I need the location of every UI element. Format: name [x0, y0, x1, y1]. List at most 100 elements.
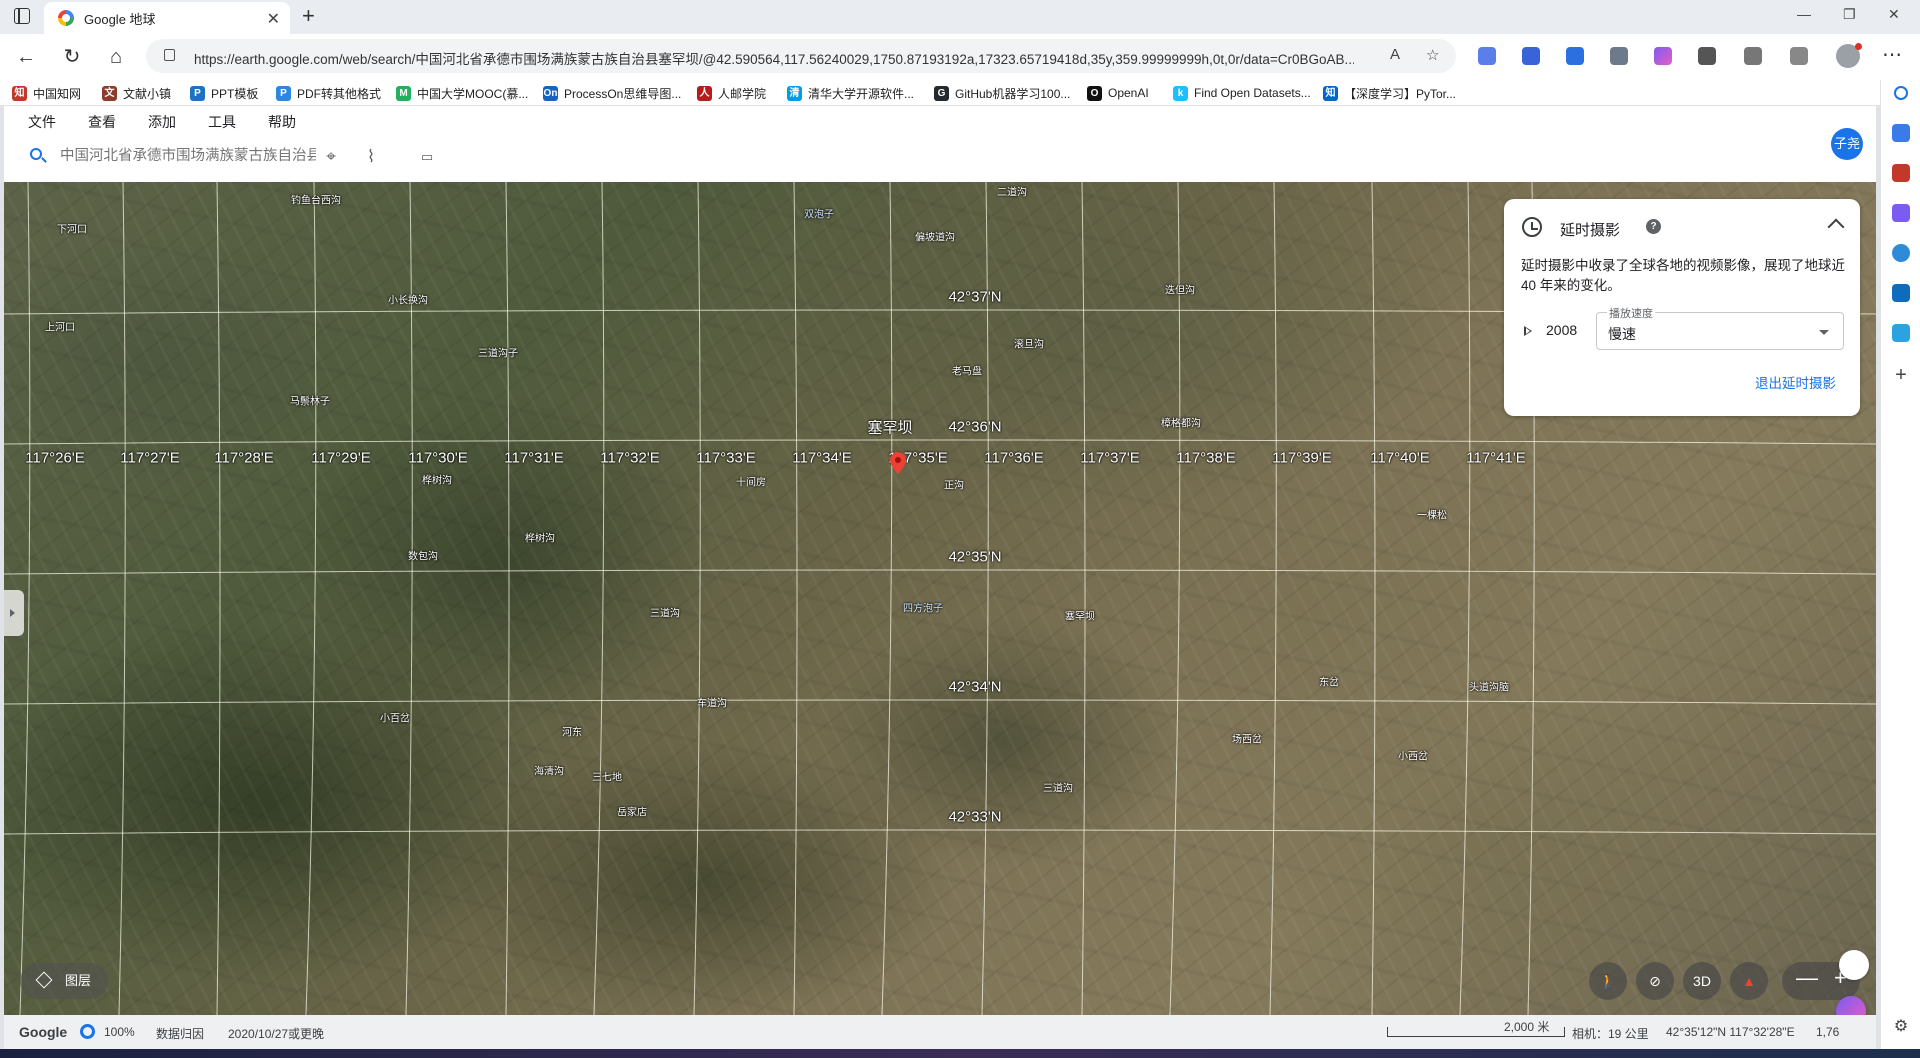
bookmark-item[interactable]: P PPT模板 — [190, 84, 258, 102]
home-icon[interactable]: ⌂ — [102, 43, 130, 71]
close-window-icon[interactable]: ✕ — [1888, 6, 1900, 23]
map-place-label[interactable]: 小百岔 — [380, 710, 410, 725]
close-tab-icon[interactable]: ✕ — [267, 9, 280, 29]
menu-help[interactable]: 帮助 — [268, 112, 296, 132]
map-place-label[interactable]: 正沟 — [944, 477, 964, 492]
bookmark-item[interactable]: 知中国知网 — [12, 84, 81, 102]
bookmark-item[interactable]: 清清华大学开源软件... — [787, 84, 914, 102]
search-input[interactable] — [60, 144, 316, 168]
favorite-star-icon[interactable]: ☆ — [1426, 46, 1439, 64]
map-place-label[interactable]: 一棵松 — [1417, 507, 1447, 522]
draw-path-icon[interactable]: ⌇ — [360, 146, 382, 168]
map-place-label[interactable]: 数包沟 — [408, 548, 438, 563]
map-place-label[interactable]: 老马盘 — [952, 363, 982, 378]
map-place-label[interactable]: 头道沟脑 — [1469, 679, 1509, 694]
map-place-label[interactable]: 下河口 — [57, 221, 87, 236]
user-avatar[interactable]: 子尧 — [1831, 128, 1863, 160]
map-place-label[interactable]: 马鬃林子 — [290, 393, 330, 408]
map-place-label[interactable]: 三七地 — [592, 769, 622, 784]
exit-timelapse-link[interactable]: 退出延时摄影 — [1755, 372, 1836, 392]
bookmark-item[interactable]: P PDF转其他格式 — [276, 84, 381, 102]
map-place-label[interactable]: 双泡子 — [804, 206, 834, 221]
games-icon[interactable] — [1892, 204, 1910, 222]
map-place-label[interactable]: 场西岔 — [1232, 731, 1262, 746]
add-sidebar-app-icon[interactable]: + — [1892, 365, 1910, 385]
map-place-label[interactable]: 河东 — [562, 724, 582, 739]
collapse-chevron-icon[interactable] — [1827, 218, 1845, 236]
restore-icon[interactable]: ❐ — [1843, 6, 1856, 23]
extension-icon[interactable] — [1522, 47, 1540, 65]
map-place-label[interactable]: 三道沟 — [1043, 780, 1073, 795]
tab-actions-icon[interactable] — [14, 8, 30, 24]
extension-icon[interactable] — [1610, 47, 1628, 65]
extension-icon[interactable] — [1566, 47, 1584, 65]
read-aloud-icon[interactable]: A — [1390, 46, 1400, 63]
map-place-label[interactable]: 滚旦沟 — [1014, 336, 1044, 351]
data-attribution-link[interactable]: 数据归因 — [156, 1025, 204, 1042]
map-place-label[interactable]: 钓鱼台西沟 — [291, 192, 341, 207]
map-place-label[interactable]: 塞罕坝 — [1065, 608, 1095, 623]
bookmark-item[interactable]: 人人邮学院 — [697, 84, 766, 102]
menu-view[interactable]: 查看 — [88, 112, 116, 132]
menu-tools[interactable]: 工具 — [208, 112, 236, 132]
map-place-label[interactable]: 樟格都沟 — [1161, 415, 1201, 430]
toggle-3d-button[interactable]: 3D — [1683, 962, 1721, 1000]
map-place-label[interactable]: 东岔 — [1319, 674, 1339, 689]
selected-place-label[interactable]: 塞罕坝 — [867, 417, 912, 438]
place-marker-icon[interactable]: ⌖ — [320, 146, 342, 168]
search-icon[interactable] — [30, 148, 42, 160]
url-text[interactable]: https://earth.google.com/web/search/中国河北… — [194, 48, 1354, 68]
bookmark-item[interactable]: M 中国大学MOOC(慕... — [396, 84, 528, 102]
compass-icon[interactable]: ▲ — [1730, 962, 1768, 1000]
bookmark-item[interactable]: On ProcessOn思维导图... — [543, 84, 681, 102]
map-place-label[interactable]: 车道沟 — [697, 695, 727, 710]
map-place-label[interactable]: 三道沟子 — [478, 345, 518, 360]
map-place-label[interactable]: 迭但沟 — [1165, 282, 1195, 297]
address-bar[interactable]: https://earth.google.com/web/search/中国河北… — [146, 39, 1456, 73]
translate-icon[interactable] — [1839, 950, 1869, 980]
menu-file[interactable]: 文件 — [28, 112, 56, 132]
map-place-label[interactable]: 十间房 — [736, 474, 766, 489]
minimize-icon[interactable]: — — [1797, 6, 1811, 22]
map-place-label[interactable]: 三道沟 — [650, 605, 680, 620]
expand-panel-button[interactable] — [4, 590, 24, 636]
bookmark-item[interactable]: G GitHub机器学习100... — [934, 84, 1070, 102]
new-tab-button[interactable]: + — [302, 3, 315, 29]
lock-icon[interactable] — [164, 49, 175, 61]
bookmark-item[interactable]: 文文献小镇 — [102, 84, 171, 102]
profile-avatar[interactable] — [1836, 43, 1862, 68]
send-icon[interactable] — [1892, 324, 1910, 342]
bookmark-item[interactable]: O OpenAI — [1087, 84, 1149, 102]
map-place-label[interactable]: 偏坡道沟 — [915, 229, 955, 244]
zoom-out-button[interactable]: — — [1796, 965, 1818, 991]
reload-icon[interactable]: ↻ — [58, 43, 86, 71]
map-place-label[interactable]: 桦树沟 — [525, 530, 555, 545]
extension-icon[interactable] — [1478, 47, 1496, 65]
active-tab[interactable]: Google 地球 ✕ — [44, 2, 290, 34]
search-box[interactable] — [14, 139, 316, 173]
map-place-label[interactable]: 四方泡子 — [903, 600, 943, 615]
map-place-label[interactable]: 小长换沟 — [388, 292, 428, 307]
map-place-label[interactable]: 海清沟 — [534, 763, 564, 778]
collections-icon[interactable] — [1790, 47, 1808, 65]
extension-icon[interactable] — [1654, 47, 1672, 65]
reset-orientation-icon[interactable]: ⊘ — [1636, 962, 1674, 1000]
map-place-label[interactable]: 桦树沟 — [422, 472, 452, 487]
sidebar-settings-gear-icon[interactable]: ⚙ — [1892, 1018, 1910, 1036]
more-menu-icon[interactable]: ⋯ — [1882, 42, 1902, 67]
tools-icon[interactable] — [1892, 164, 1910, 182]
map-place-label[interactable]: 岳家店 — [617, 804, 647, 819]
outlook-icon[interactable] — [1892, 284, 1910, 302]
bookmark-item[interactable]: 知【深度学习】PyTor... — [1323, 84, 1456, 102]
street-view-pegman-icon[interactable]: 🚶 — [1589, 962, 1627, 1000]
office-icon[interactable] — [1892, 244, 1910, 262]
map-place-label[interactable]: 小西岔 — [1398, 748, 1428, 763]
map-place-label[interactable]: 二道沟 — [997, 184, 1027, 199]
menu-add[interactable]: 添加 — [148, 112, 176, 132]
extensions-puzzle-icon[interactable] — [1698, 47, 1716, 65]
play-icon[interactable] — [1524, 326, 1532, 336]
favorites-icon[interactable] — [1744, 47, 1762, 65]
search-icon[interactable] — [1894, 86, 1908, 100]
bookmark-item[interactable]: k Find Open Datasets... — [1173, 84, 1311, 102]
measure-ruler-icon[interactable]: ▭ — [416, 146, 438, 168]
